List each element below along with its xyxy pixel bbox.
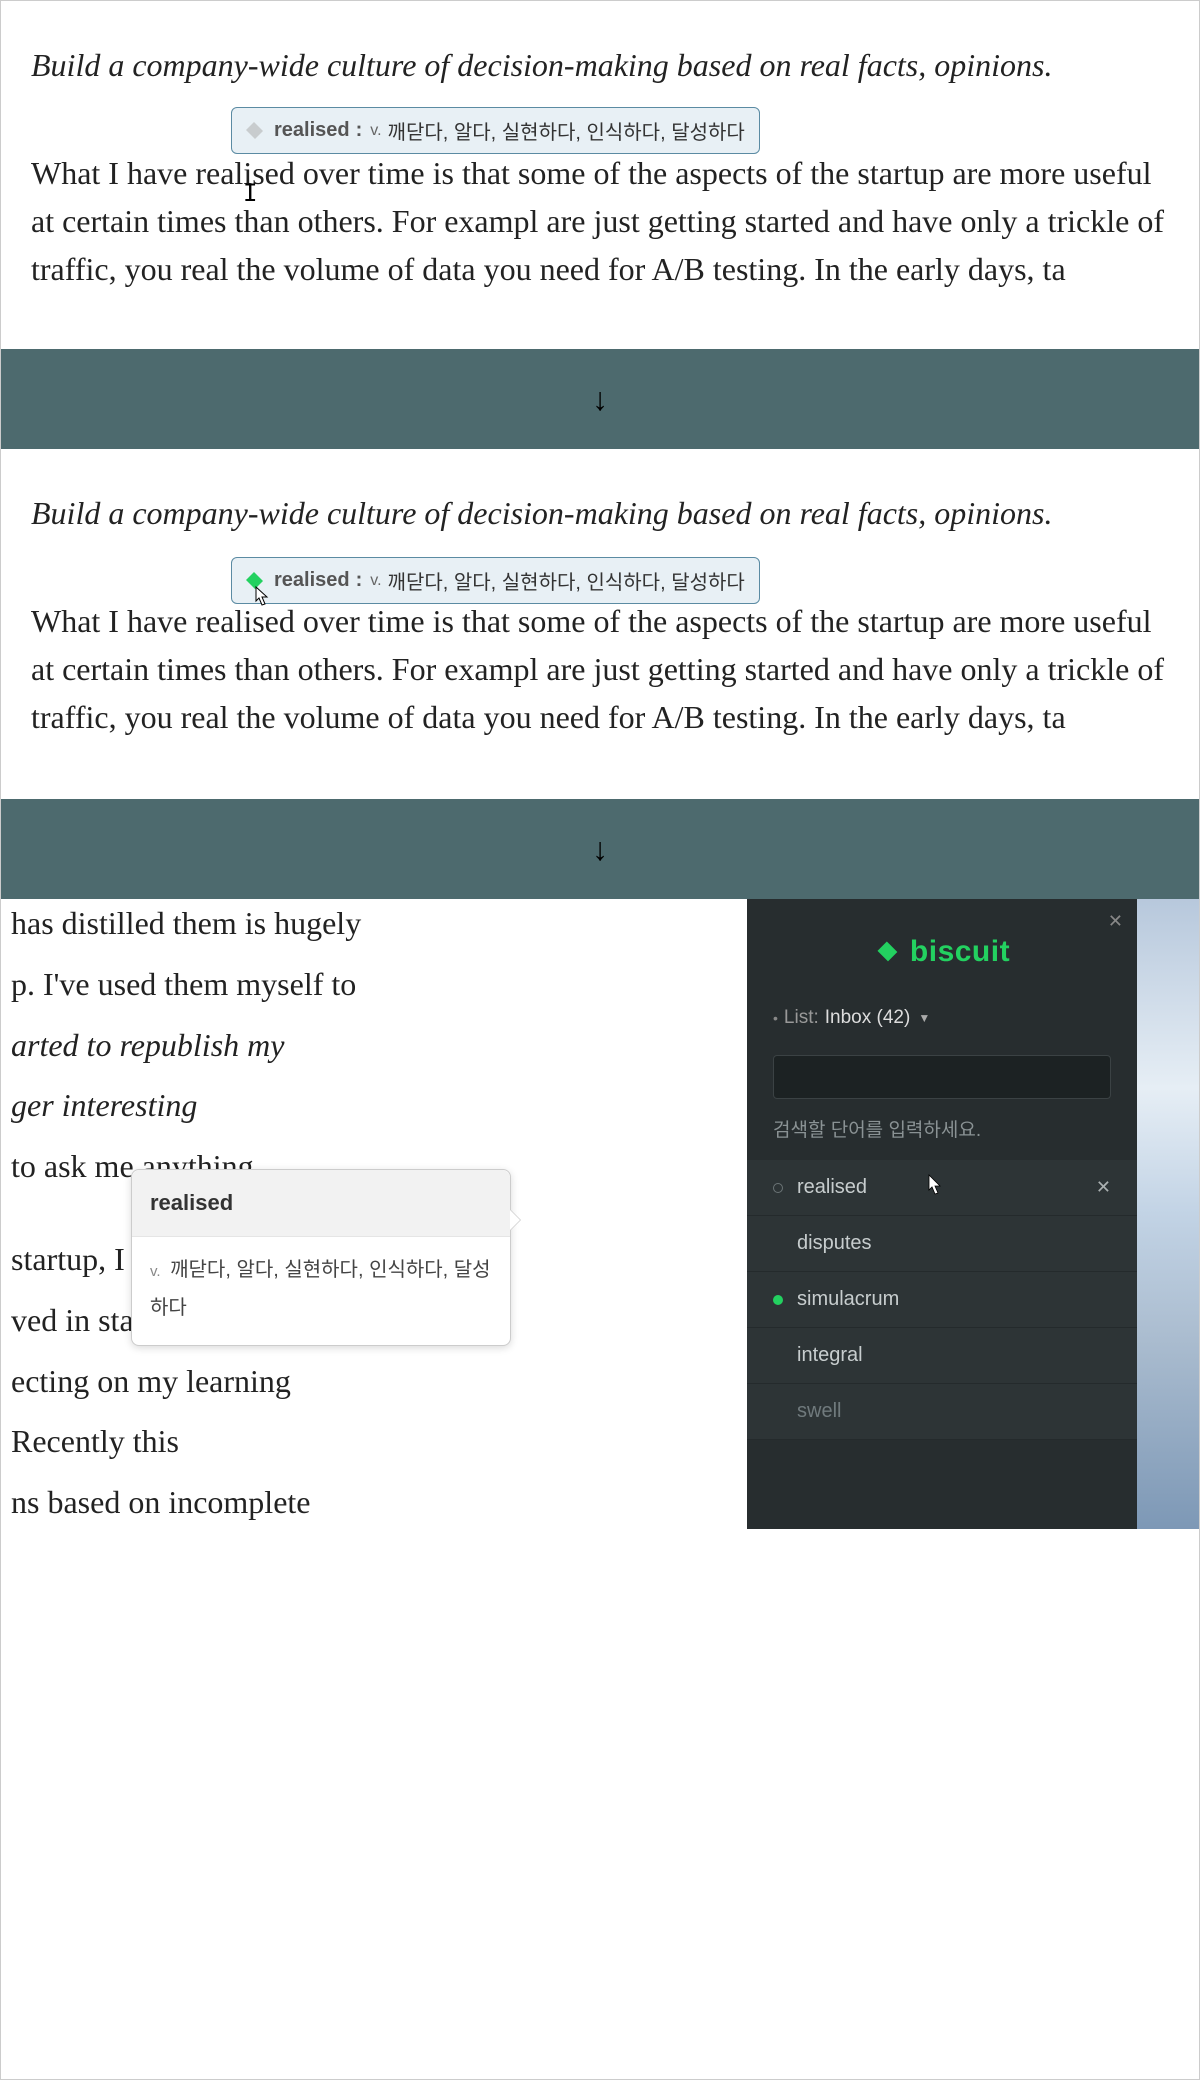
article-line: ger interesting xyxy=(1,1075,747,1136)
bottom-section: has distilled them is hugely p. I've use… xyxy=(1,899,1199,1529)
body-text-2: What I have realised over time is that s… xyxy=(31,597,1169,741)
list-label: List: xyxy=(784,1007,819,1029)
pointer-cursor-icon xyxy=(249,585,271,617)
tooltip-pos: v. xyxy=(370,122,381,140)
tooltip-colon: : xyxy=(356,569,363,592)
word-text: disputes xyxy=(797,1232,1096,1255)
search-input[interactable] xyxy=(773,1055,1111,1099)
status-dot-icon xyxy=(773,1239,783,1249)
remove-icon[interactable]: ✕ xyxy=(1096,1177,1111,1198)
word-item-integral[interactable]: integral ✕ xyxy=(747,1328,1137,1384)
word-item-realised[interactable]: realised ✕ xyxy=(747,1160,1137,1216)
article-panel-2: Build a company-wide culture of decision… xyxy=(1,449,1199,799)
article-line: Recently this xyxy=(1,1411,747,1472)
separator-band-1: ↓ xyxy=(1,349,1199,449)
word-text: simulacrum xyxy=(797,1288,1096,1311)
left-article-panel: has distilled them is hugely p. I've use… xyxy=(1,899,747,1529)
popover-pos: v. xyxy=(150,1263,161,1280)
body-text-1: What I have realised over time is that s… xyxy=(31,149,1169,293)
separator-band-2: ↓ xyxy=(1,799,1199,899)
biscuit-logo-icon xyxy=(874,938,902,966)
status-dot-icon xyxy=(773,1295,783,1305)
close-icon[interactable]: ✕ xyxy=(1108,911,1123,932)
popover-tail xyxy=(510,1210,520,1230)
word-text: integral xyxy=(797,1344,1096,1367)
intro-text-2: Build a company-wide culture of decision… xyxy=(31,489,1169,537)
brand-name: biscuit xyxy=(910,935,1010,969)
search-hint: 검색할 단어를 입력하세요. xyxy=(747,1107,1137,1160)
brand: biscuit xyxy=(747,935,1137,969)
tooltip-definition: 깨닫다, 알다, 실현하다, 인식하다, 달성하다 xyxy=(388,566,745,595)
popover-word: realised xyxy=(132,1170,510,1237)
popover-body: v. 깨닫다, 알다, 실현하다, 인식하다, 달성하다 xyxy=(132,1237,510,1345)
list-value: Inbox (42) xyxy=(825,1007,911,1029)
word-list: realised ✕ disputes ✕ simulacrum ✕ integ… xyxy=(747,1160,1137,1440)
article-line: ns based on incomplete xyxy=(1,1472,747,1529)
dictionary-tooltip-2[interactable]: realised : v. 깨닫다, 알다, 실현하다, 인식하다, 달성하다 xyxy=(231,557,760,604)
background-strip xyxy=(1137,899,1199,1529)
status-dot-icon xyxy=(773,1183,783,1193)
tooltip-definition: 깨닫다, 알다, 실현하다, 인식하다, 달성하다 xyxy=(388,116,745,145)
definition-popover[interactable]: realised v. 깨닫다, 알다, 실현하다, 인식하다, 달성하다 xyxy=(131,1169,511,1346)
tag-icon xyxy=(242,118,268,144)
bullet-icon: • xyxy=(773,1010,778,1026)
tooltip-word: realised xyxy=(274,569,350,592)
arrow-down-icon: ↓ xyxy=(592,831,608,868)
popover-definition: 깨닫다, 알다, 실현하다, 인식하다, 달성하다 xyxy=(150,1259,491,1319)
status-dot-icon xyxy=(773,1351,783,1361)
article-line: arted to republish my xyxy=(1,1015,747,1076)
dictionary-tooltip-1[interactable]: realised : v. 깨닫다, 알다, 실현하다, 인식하다, 달성하다 xyxy=(231,107,760,154)
status-dot-icon xyxy=(773,1407,783,1417)
text-cursor-icon: 𝙸 xyxy=(243,179,257,207)
word-item-simulacrum[interactable]: simulacrum ✕ xyxy=(747,1272,1137,1328)
tooltip-word: realised xyxy=(274,119,350,142)
tooltip-pos: v. xyxy=(370,572,381,590)
sidebar-panel: ✕ biscuit • List: Inbox (42) ▼ 검색할 단어를 입… xyxy=(747,899,1137,1529)
article-line: p. I've used them myself to xyxy=(1,954,747,1015)
arrow-cursor-icon xyxy=(927,1174,943,1201)
article-line: has distilled them is hugely xyxy=(1,899,747,954)
list-selector[interactable]: • List: Inbox (42) ▼ xyxy=(747,999,1137,1037)
article-panel-1: Build a company-wide culture of decision… xyxy=(1,1,1199,349)
word-item-disputes[interactable]: disputes ✕ xyxy=(747,1216,1137,1272)
chevron-down-icon: ▼ xyxy=(918,1011,930,1025)
article-line: ecting on my learning xyxy=(1,1351,747,1412)
word-text: swell xyxy=(797,1400,1096,1423)
intro-text-1: Build a company-wide culture of decision… xyxy=(31,41,1169,89)
word-text: realised xyxy=(797,1176,1096,1199)
tooltip-colon: : xyxy=(356,119,363,142)
arrow-down-icon: ↓ xyxy=(592,381,608,418)
word-item-swell[interactable]: swell ✕ xyxy=(747,1384,1137,1440)
